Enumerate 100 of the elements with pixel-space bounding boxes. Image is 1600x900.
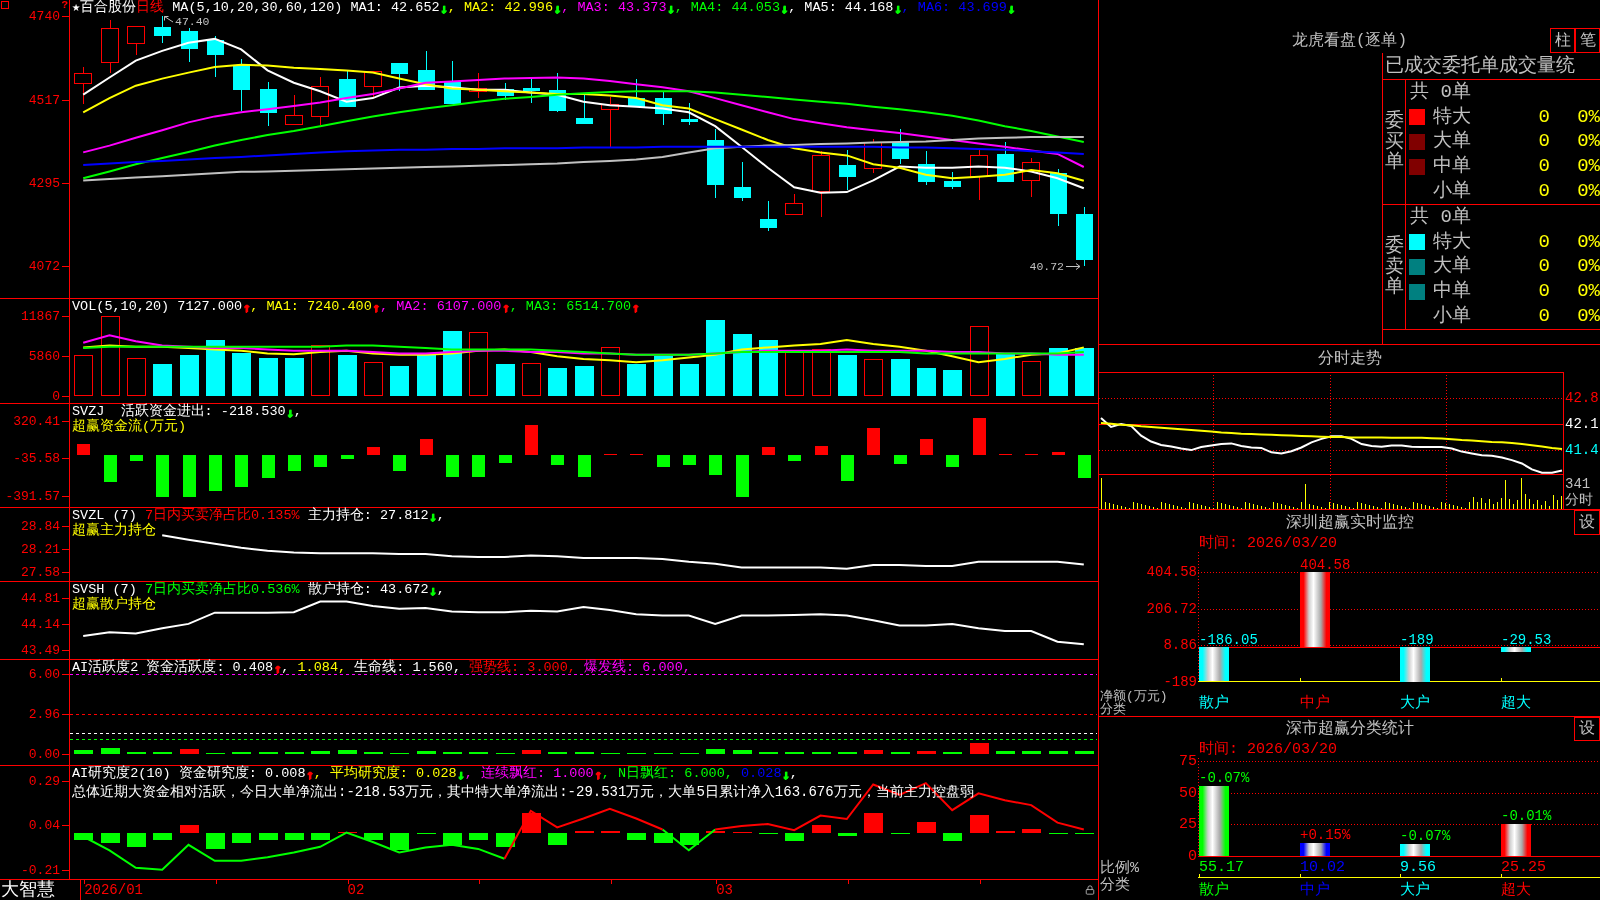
- axis-tick-label: 44.14: [21, 617, 60, 631]
- volume-bar: [995, 353, 1015, 396]
- bar: [498, 455, 512, 463]
- order-size-label: 大单: [1433, 132, 1472, 152]
- axis-tick-label: -189: [1163, 675, 1197, 689]
- indicator-text: ★百合股份: [72, 1, 137, 15]
- price-scale-label: 42.8: [1565, 391, 1599, 405]
- volume-bar: [653, 356, 673, 396]
- volume-bar: [547, 368, 567, 396]
- bar: [969, 815, 989, 833]
- bar: [100, 748, 120, 754]
- bar: [919, 439, 933, 455]
- axis-tick-label: -0.21: [21, 863, 60, 877]
- volume-bar: [600, 347, 620, 396]
- bar: [916, 822, 936, 833]
- view-toggle-button[interactable]: 柱: [1550, 28, 1575, 53]
- bar: [208, 455, 222, 491]
- view-toggle-button[interactable]: 笔: [1575, 28, 1600, 53]
- value-label: 25.25: [1501, 859, 1546, 876]
- indicator-text: 生命线: 1.560,: [353, 661, 461, 675]
- indicator-text: SVZL (7): [72, 509, 138, 523]
- volume-bar: [732, 334, 752, 396]
- change-label: -0.07%: [1199, 770, 1250, 787]
- bar: [419, 439, 433, 455]
- volume-bar: [521, 363, 541, 396]
- bar: [866, 428, 880, 455]
- panel-title: 深圳超赢实时监控: [1284, 514, 1415, 531]
- order-size-label: 中单: [1433, 157, 1472, 177]
- order-count: 0: [1537, 107, 1550, 127]
- bar: [547, 833, 567, 845]
- bar: [626, 833, 646, 840]
- volume-bar: [337, 355, 357, 396]
- axis-tick-label: 28.84: [21, 519, 60, 533]
- axis-title: 分类: [1099, 703, 1126, 716]
- order-count: 0: [1537, 307, 1550, 327]
- volume-bar: [495, 364, 515, 396]
- candlestick: [181, 28, 198, 62]
- bar: [392, 455, 406, 471]
- indicator-text: ↓: [428, 583, 437, 597]
- axis-tick-label: 44.81: [21, 591, 60, 605]
- bar: [1021, 829, 1041, 833]
- indicator-text: ↑: [631, 300, 640, 314]
- candlestick: [707, 129, 724, 198]
- bar: [863, 813, 883, 833]
- axis-tick-label: 0: [1188, 848, 1197, 864]
- order-size-label: 中单: [1433, 282, 1472, 302]
- bar: [1300, 843, 1330, 856]
- bar: [945, 455, 959, 467]
- bar: [442, 833, 462, 845]
- bar: [468, 833, 488, 840]
- candlestick: [391, 63, 408, 91]
- price-annotation: 47.40: [175, 15, 210, 28]
- bar: [129, 455, 143, 461]
- value-label: -189: [1400, 632, 1434, 648]
- axis-tick-label: 5860: [28, 349, 60, 363]
- bar: [313, 455, 327, 467]
- candlestick: [101, 20, 119, 73]
- bar: [389, 833, 409, 850]
- axis-tick-label: 43.49: [21, 643, 60, 657]
- bar: [103, 455, 117, 482]
- settings-button[interactable]: 设: [1574, 510, 1600, 535]
- axis-title: 净额(万元): [1099, 690, 1169, 703]
- candlestick: [1050, 169, 1067, 226]
- indicator-text: ↑: [273, 661, 282, 675]
- volume-bar: [310, 345, 330, 396]
- bar: [126, 833, 146, 847]
- order-percent: 0%: [1576, 107, 1600, 127]
- pointer-arrow: [1065, 263, 1081, 270]
- bar: [1199, 786, 1229, 856]
- indicator-text: ↓: [428, 509, 437, 523]
- help-mark: ?: [61, 0, 68, 10]
- axis-tick-label: 4295: [28, 176, 60, 190]
- category-label: 中户: [1300, 883, 1330, 898]
- indicator-text: ,: [281, 661, 290, 675]
- bar: [258, 833, 278, 840]
- date-label: 03: [716, 883, 733, 897]
- bar: [152, 833, 172, 840]
- indicator-text: SVSH (7): [72, 583, 138, 597]
- volume-bar: [1074, 348, 1094, 396]
- bar: [708, 455, 722, 475]
- bar: [969, 743, 989, 754]
- indicator-text: ↓: [666, 1, 675, 15]
- volume-bar: [1021, 361, 1041, 396]
- value-label: 10.02: [1300, 859, 1345, 876]
- indicator-text: , MA2: 42.996: [447, 1, 554, 15]
- settings-button[interactable]: 设: [1574, 717, 1600, 741]
- axis-tick-label: 6.00: [28, 667, 60, 681]
- volume-bar: [784, 351, 804, 396]
- price-scale-label: 41.4: [1565, 443, 1599, 458]
- value-label: 9.56: [1400, 859, 1436, 876]
- indicator-text: 7日内买卖净占比0.536%: [144, 583, 300, 597]
- price-scale-label: 42.1: [1565, 417, 1599, 432]
- order-percent: 0%: [1576, 132, 1600, 152]
- category-label: 超大: [1501, 883, 1531, 898]
- bar: [76, 444, 90, 455]
- order-percent: 0%: [1576, 232, 1600, 252]
- bar: [231, 833, 251, 843]
- indicator-text: , MA4: 44.053: [674, 1, 780, 15]
- bar: [1199, 647, 1229, 681]
- axis-tick-label: 50: [1179, 785, 1197, 801]
